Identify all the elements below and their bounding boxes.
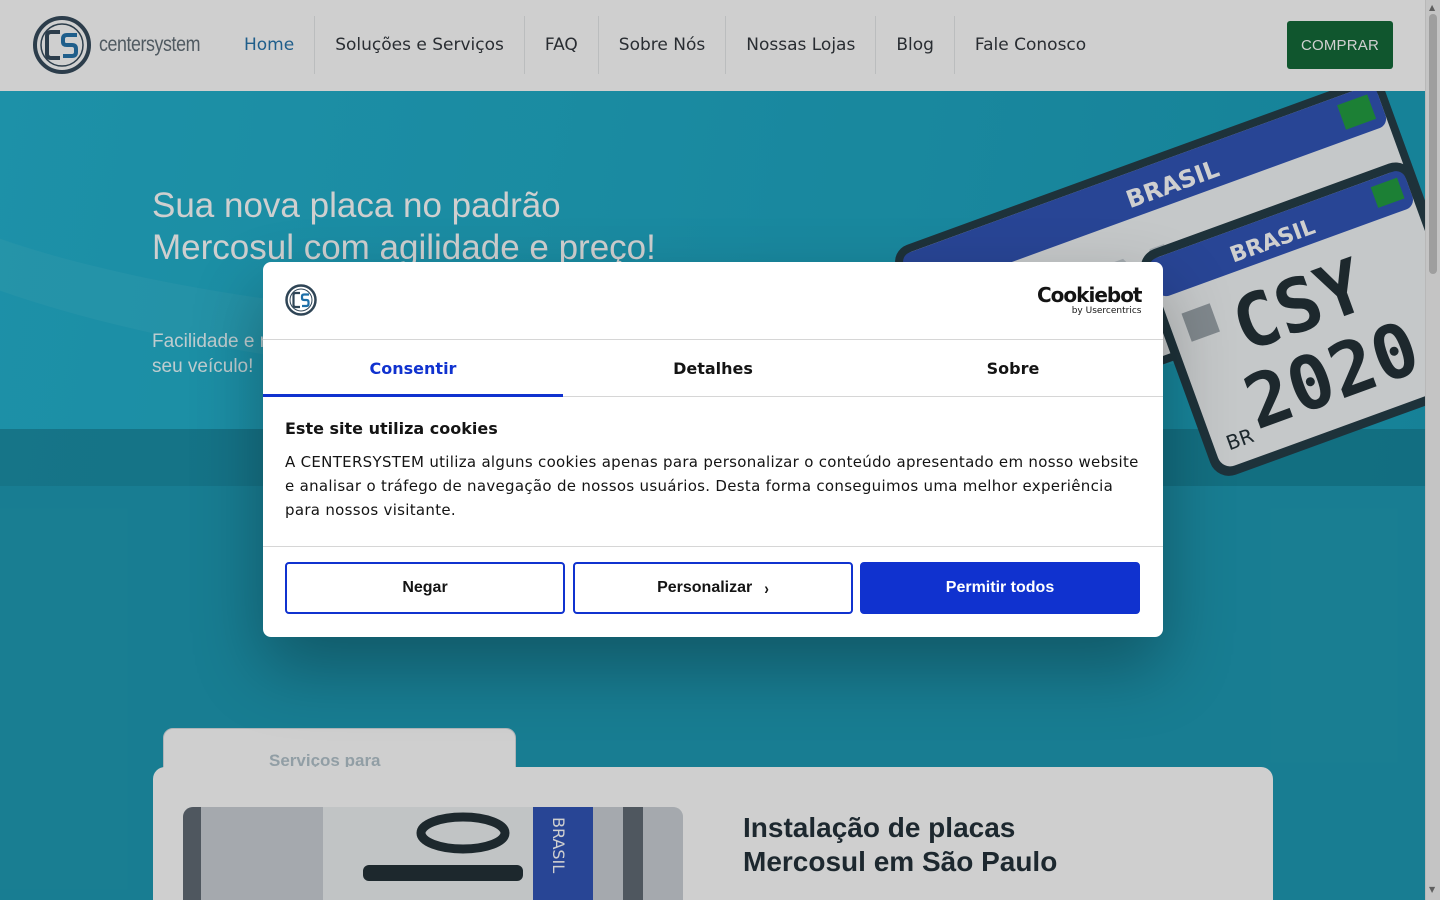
cookie-description: A CENTERSYSTEM utiliza alguns cookies ap… — [285, 453, 1139, 519]
tab-detalhes[interactable]: Detalhes — [563, 340, 863, 396]
cookiebot-by: by Usercentrics — [1071, 306, 1142, 316]
cookiebot-brand[interactable]: Cookiebot by Usercentrics — [1037, 284, 1142, 316]
cookie-dialog-body: Este site utiliza cookies A CENTERSYSTEM… — [285, 419, 1141, 522]
customize-button[interactable]: Personalizar › — [573, 562, 853, 614]
cookie-heading: Este site utiliza cookies — [285, 419, 498, 438]
deny-button[interactable]: Negar — [285, 562, 565, 614]
cookiebot-name: Cookiebot — [1037, 283, 1142, 307]
cookie-dialog-footer: Negar Personalizar › Permitir todos — [263, 546, 1163, 637]
tab-consentir[interactable]: Consentir — [263, 340, 563, 397]
allow-all-button[interactable]: Permitir todos — [860, 562, 1140, 614]
deny-button-label: Negar — [402, 579, 448, 596]
allow-all-button-label: Permitir todos — [945, 579, 1055, 596]
cs-logo-icon — [285, 284, 317, 316]
cookie-consent-dialog: Cookiebot by Usercentrics Consentir Deta… — [263, 262, 1163, 637]
chevron-right-icon: › — [764, 578, 769, 598]
tab-sobre[interactable]: Sobre — [863, 340, 1163, 396]
cookie-tabs: Consentir Detalhes Sobre — [263, 339, 1163, 397]
customize-button-label: Personalizar — [657, 579, 753, 596]
